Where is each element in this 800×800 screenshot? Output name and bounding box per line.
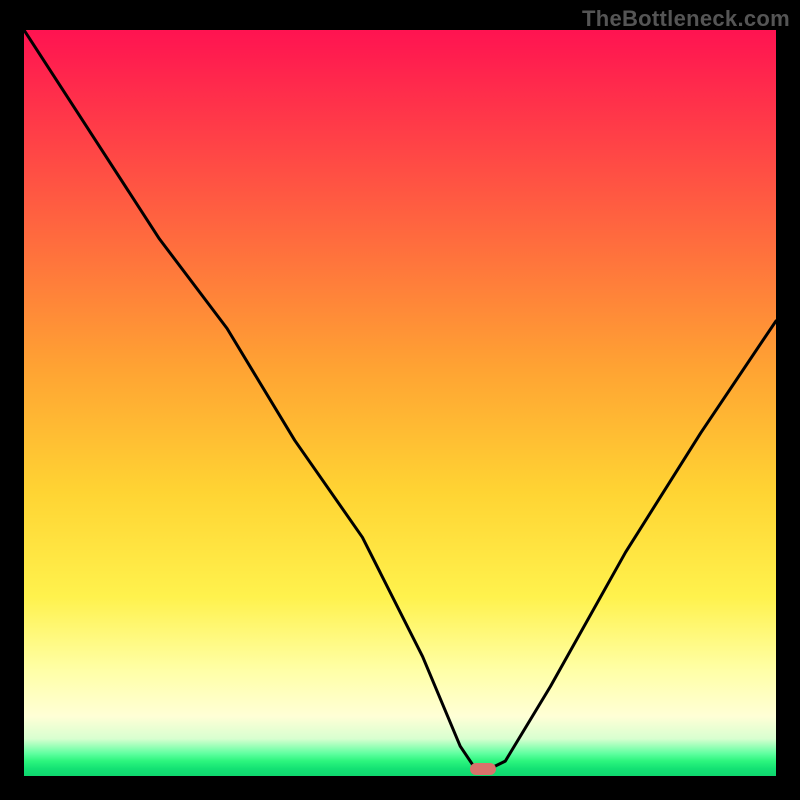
plot-area	[24, 30, 776, 776]
minimum-marker	[470, 763, 496, 775]
watermark-text: TheBottleneck.com	[582, 6, 790, 32]
chart-frame: TheBottleneck.com	[0, 0, 800, 800]
bottleneck-curve	[24, 30, 776, 776]
